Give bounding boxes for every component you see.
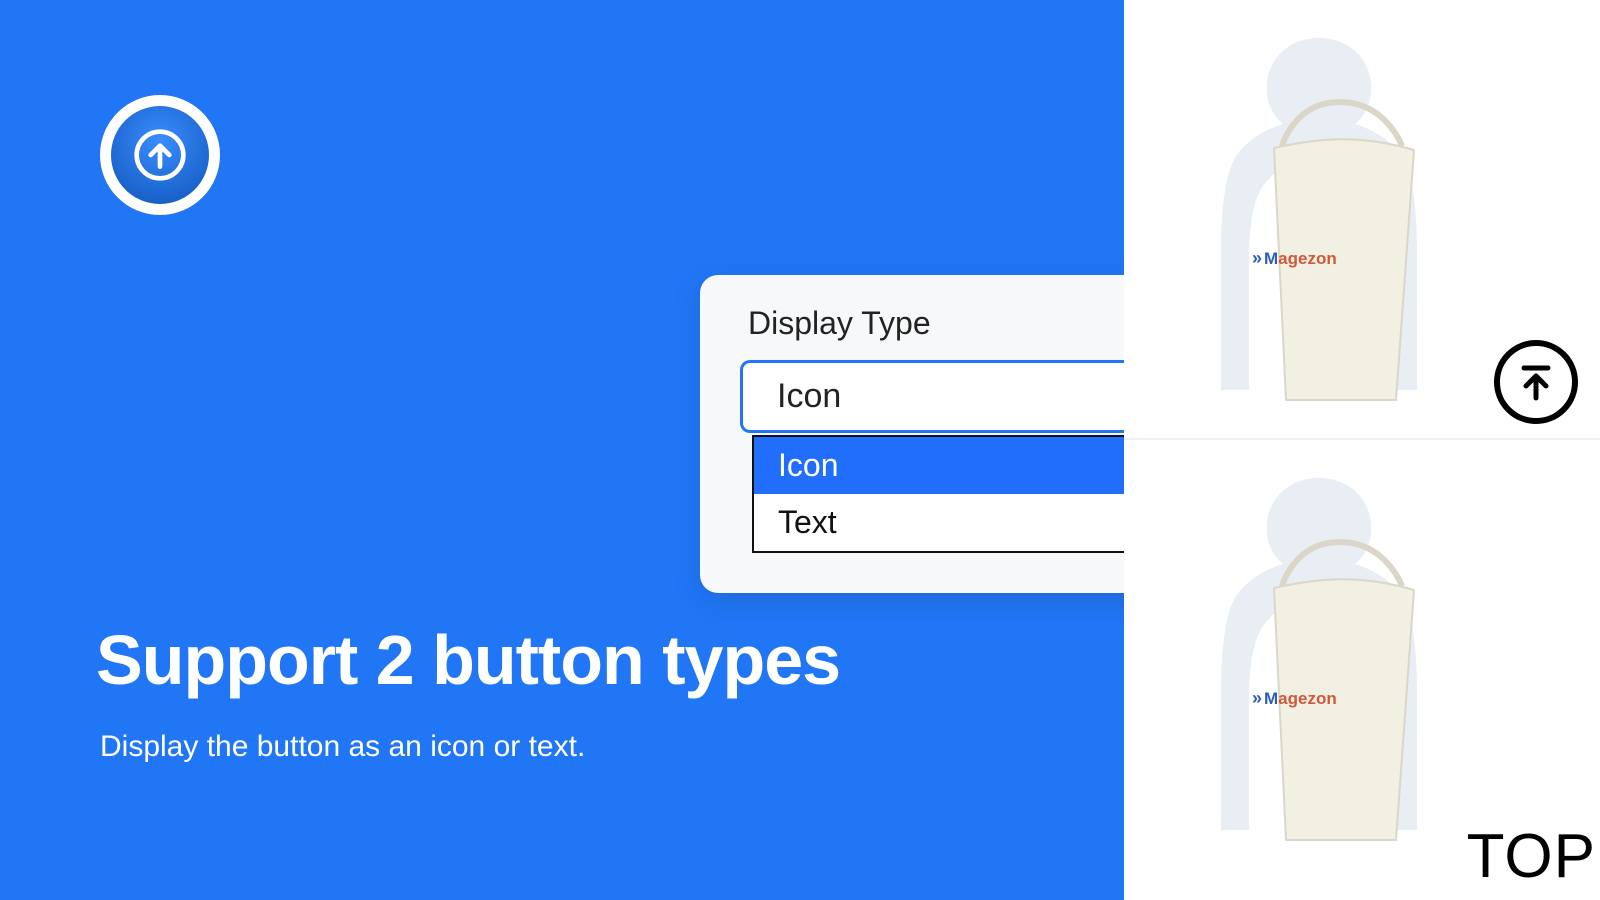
brand-label: ››Magezon [1252, 688, 1337, 709]
promo-slide: Display Type Icon Icon Text Support 2 bu… [0, 0, 1600, 900]
slide-subhead: Display the button as an icon or text. [100, 730, 585, 764]
left-panel: Display Type Icon Icon Text Support 2 bu… [0, 0, 1124, 900]
arrow-up-bar-icon [1514, 360, 1558, 404]
preview-column: ››Magezon ››Magezon TOP [1124, 0, 1600, 900]
app-logo [100, 95, 220, 215]
display-type-label: Display Type [700, 305, 1160, 360]
arrow-up-circle-icon [111, 106, 209, 204]
option-icon[interactable]: Icon [754, 437, 1160, 494]
display-type-card: Display Type Icon Icon Text [700, 275, 1160, 593]
display-type-select[interactable]: Icon [740, 360, 1160, 433]
preview-tile-text: ››Magezon TOP [1124, 440, 1600, 900]
scroll-top-icon-button[interactable] [1494, 340, 1578, 424]
scroll-top-text-button[interactable]: TOP [1467, 821, 1596, 892]
preview-tile-icon: ››Magezon [1124, 0, 1600, 440]
display-type-options: Icon Text [752, 435, 1160, 553]
product-silhouette [1154, 20, 1494, 440]
slide-headline: Support 2 button types [96, 620, 840, 700]
product-silhouette [1154, 460, 1494, 880]
option-text[interactable]: Text [754, 494, 1160, 551]
brand-label: ››Magezon [1252, 248, 1337, 269]
